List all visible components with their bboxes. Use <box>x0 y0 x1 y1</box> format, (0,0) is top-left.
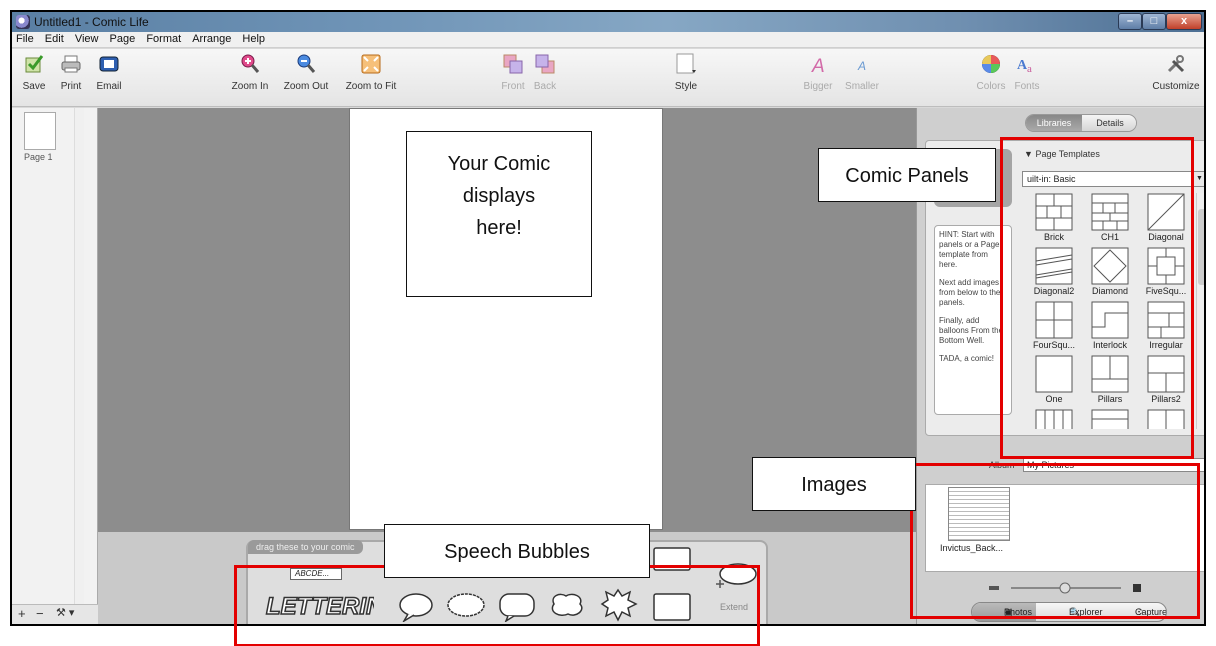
menu-view[interactable]: View <box>71 32 103 45</box>
save-icon <box>25 55 44 73</box>
front-button[interactable]: Front <box>498 53 528 92</box>
send-to-back-icon <box>535 54 555 74</box>
customize-label: Customize <box>1152 81 1200 92</box>
back-label: Back <box>533 81 557 92</box>
hint-paragraph-1: HINT: Start with panels or a Page templa… <box>939 230 1000 269</box>
page-thumbnail-label: Page 1 <box>24 152 53 162</box>
menu-format[interactable]: Format <box>142 32 185 45</box>
text-smaller-icon: A <box>857 59 866 73</box>
zoom-out-button[interactable]: Zoom Out <box>276 53 336 92</box>
zoom-to-fit-button[interactable]: Zoom to Fit <box>336 53 406 92</box>
colors-button[interactable]: Colors <box>974 53 1008 92</box>
zoom-in-label: Zoom In <box>231 81 269 92</box>
text-bigger-icon: A <box>811 56 825 75</box>
template-scrollbar[interactable] <box>1196 193 1204 429</box>
hint-paragraph-3: Finally, add balloons From the Bottom We… <box>939 316 1004 345</box>
menu-arrange[interactable]: Arrange <box>188 32 235 45</box>
toolbar: Save Print Email Zoom In Zoom Out Zoom t… <box>12 49 1204 107</box>
front-label: Front <box>501 81 525 92</box>
page-list-sidebar: Page 1 + − ⚒ ▾ <box>12 108 98 624</box>
smaller-button[interactable]: A Smaller <box>840 53 884 92</box>
fonts-button[interactable]: Aa Fonts <box>1010 53 1044 92</box>
callout-line-2: displays <box>462 185 536 207</box>
page-thumbnail[interactable] <box>24 112 56 150</box>
zoom-out-icon <box>297 54 316 73</box>
tab-details[interactable]: Details <box>1082 115 1136 131</box>
zoom-to-fit-label: Zoom to Fit <box>345 81 397 92</box>
window-title: Untitled1 - Comic Life <box>34 15 149 29</box>
bring-to-front-icon <box>503 54 523 74</box>
page-list-footer: + − ⚒ ▾ <box>12 604 98 624</box>
style-button[interactable]: Style <box>668 53 704 92</box>
menu-bar: File Edit View Page Format Arrange Help <box>12 32 1204 48</box>
zoom-to-fit-icon <box>361 54 381 74</box>
bigger-label: Bigger <box>803 81 833 92</box>
smaller-label: Smaller <box>845 81 879 92</box>
colors-label: Colors <box>976 81 1006 92</box>
hint-paragraph-2: Next add images from below to the panels… <box>939 278 1001 307</box>
dropdown-arrow-icon: ▼ <box>1193 172 1204 186</box>
library-tabs: Libraries Details <box>1025 114 1137 132</box>
save-label: Save <box>22 81 46 92</box>
comic-life-app-icon <box>16 15 30 29</box>
style-swatch-icon <box>676 53 696 74</box>
comic-panels-highlight <box>1000 137 1194 459</box>
page-tools-button[interactable]: ⚒ ▾ <box>56 606 74 619</box>
speech-bubbles-callout: Speech Bubbles <box>384 524 650 578</box>
comic-panels-callout: Comic Panels <box>818 148 996 202</box>
tools-icon <box>1167 55 1185 73</box>
add-page-button[interactable]: + <box>18 606 26 621</box>
zoom-in-icon <box>241 54 260 73</box>
svg-text:A: A <box>857 59 866 73</box>
images-callout: Images <box>752 457 916 511</box>
zoom-out-label: Zoom Out <box>283 81 329 92</box>
title-bar[interactable]: Untitled1 - Comic Life – □ x <box>12 12 1204 32</box>
tab-libraries[interactable]: Libraries <box>1026 115 1082 131</box>
your-comic-callout: Your Comic displays here! <box>406 131 592 297</box>
comic-page[interactable]: Your Comic displays here! <box>349 108 663 530</box>
menu-help[interactable]: Help <box>238 32 269 45</box>
menu-page[interactable]: Page <box>106 32 140 45</box>
well-tab-label: drag these to your comic <box>248 540 363 554</box>
email-button[interactable]: Email <box>92 53 126 92</box>
page-list-scrollbar[interactable] <box>74 108 84 604</box>
style-label: Style <box>674 81 698 92</box>
fonts-label: Fonts <box>1014 81 1040 92</box>
svg-text:a: a <box>1027 63 1032 75</box>
zoom-in-button[interactable]: Zoom In <box>224 53 276 92</box>
maximize-button[interactable]: □ <box>1142 13 1166 30</box>
printer-icon <box>61 55 81 73</box>
customize-button[interactable]: Customize <box>1148 53 1204 92</box>
email-icon <box>99 56 119 72</box>
scrollbar-thumb[interactable] <box>1198 209 1204 285</box>
minimize-button[interactable]: – <box>1118 13 1142 30</box>
bigger-button[interactable]: A Bigger <box>798 53 838 92</box>
menu-file[interactable]: File <box>12 32 38 45</box>
callout-line-1: Your Comic <box>447 153 551 175</box>
svg-text:A: A <box>811 56 825 75</box>
email-label: Email <box>96 81 122 92</box>
callout-line-3: here! <box>476 217 522 239</box>
color-wheel-icon <box>982 55 1000 73</box>
close-button[interactable]: x <box>1166 13 1202 30</box>
print-button[interactable]: Print <box>54 53 88 92</box>
back-button[interactable]: Back <box>530 53 560 92</box>
fonts-icon: Aa <box>1017 58 1032 75</box>
save-button[interactable]: Save <box>20 53 48 92</box>
hint-paragraph-4: TADA, a comic! <box>939 354 994 363</box>
print-label: Print <box>60 81 82 92</box>
images-highlight <box>910 463 1200 619</box>
menu-edit[interactable]: Edit <box>41 32 68 45</box>
remove-page-button[interactable]: − <box>36 606 44 621</box>
